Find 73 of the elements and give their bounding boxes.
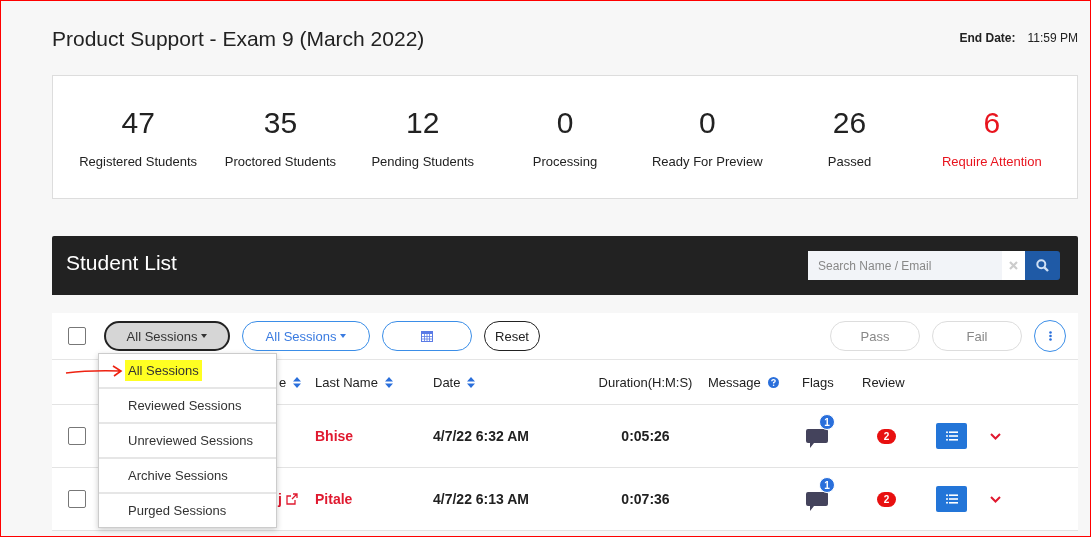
last-name-cell: Bhise [315, 428, 354, 444]
column-header[interactable]: e [279, 374, 287, 390]
column-header: Review [862, 374, 905, 390]
list-icon [945, 431, 958, 441]
annotation-arrow-icon [65, 364, 125, 378]
column-header[interactable]: Last Name [315, 374, 378, 390]
stat-value: 6 [983, 105, 1001, 140]
date-cell: 4/7/22 6:32 AM [433, 428, 529, 444]
stat-value: 12 [406, 105, 440, 140]
more-icon [1048, 331, 1052, 341]
column-header: Flags [802, 374, 834, 390]
sort-icon[interactable] [467, 376, 476, 388]
end-date-value: 11:59 PM [1027, 31, 1078, 45]
date-cell: 4/7/22 6:13 AM [433, 491, 529, 507]
menu-item[interactable]: Unreviewed Sessions [99, 424, 276, 459]
date-filter-button[interactable] [382, 321, 472, 351]
flag-count-badge: 1 [819, 477, 835, 493]
stat-label: Registered Students [79, 153, 198, 169]
end-date-label: End Date: [959, 31, 1016, 45]
duration-cell: 0:05:26 [621, 428, 670, 444]
chevron-down-icon[interactable] [990, 495, 1001, 503]
details-button[interactable] [936, 486, 967, 512]
caret-icon [201, 334, 208, 338]
review-count-badge: 2 [877, 428, 896, 444]
stat-value: 35 [263, 105, 298, 140]
column-header[interactable]: Date [433, 374, 461, 390]
search-button[interactable] [1025, 251, 1060, 280]
menu-item[interactable]: Archive Sessions [99, 459, 276, 494]
menu-item[interactable]: Purged Sessions [99, 494, 276, 527]
review-filter-dropdown[interactable]: All Sessions [242, 321, 370, 351]
stat-label: Pending Students [371, 153, 474, 169]
stat-label: Ready For Preview [652, 153, 763, 169]
more-button[interactable] [1034, 320, 1066, 352]
calendar-icon [421, 330, 433, 342]
caret-icon [340, 334, 347, 338]
search-field[interactable]: Search Name / Email [808, 251, 1002, 280]
list-icon [945, 494, 958, 504]
duration-cell: 0:07:36 [621, 491, 670, 507]
comment-icon[interactable] [806, 429, 828, 449]
external-link-icon[interactable] [285, 493, 298, 505]
fail-button[interactable]: Fail [932, 321, 1022, 351]
reset-button[interactable]: Reset [484, 321, 540, 351]
stat-value: 0 [698, 105, 716, 140]
stat-label: Passed [827, 153, 872, 169]
close-icon [1009, 261, 1018, 270]
row-checkbox[interactable] [68, 427, 86, 445]
comment-icon[interactable] [806, 492, 828, 512]
stat-value: 47 [121, 105, 155, 140]
first-name-link[interactable]: j [278, 491, 282, 507]
help-icon[interactable] [767, 376, 779, 388]
menu-item[interactable]: All Sessions [99, 354, 276, 389]
search-icon [1036, 259, 1049, 272]
menu-item[interactable]: Reviewed Sessions [99, 389, 276, 424]
chevron-down-icon[interactable] [990, 432, 1001, 440]
sort-icon[interactable] [293, 376, 302, 388]
exam-title: Product Support - Exam 9 (March 2022) [52, 26, 425, 51]
stat-label: Processing [532, 153, 598, 169]
pass-button[interactable]: Pass [830, 321, 920, 351]
stat-label: Require Attention [941, 153, 1042, 169]
column-header: Message [708, 374, 761, 390]
select-all-checkbox[interactable] [68, 327, 86, 345]
column-header: Duration(H:M:S) [598, 374, 693, 390]
flag-count-badge: 1 [819, 414, 835, 430]
details-button[interactable] [936, 423, 967, 449]
session-filter-dropdown[interactable]: All Sessions [104, 321, 230, 351]
stat-label: Proctored Students [224, 153, 337, 169]
row-checkbox[interactable] [68, 490, 86, 508]
stat-value: 26 [832, 105, 867, 140]
review-count-badge: 2 [877, 491, 896, 507]
sort-icon[interactable] [384, 376, 393, 388]
stat-value: 0 [556, 105, 574, 140]
last-name-cell: Pitale [315, 491, 353, 507]
student-list-title: Student List [66, 250, 177, 275]
